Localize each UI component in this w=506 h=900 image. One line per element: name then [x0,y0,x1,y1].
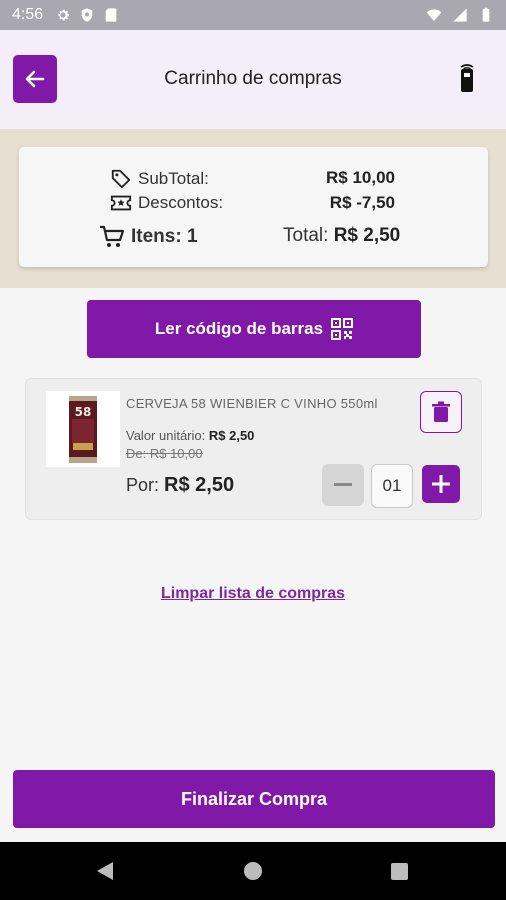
subtotal-label: SubTotal: [138,169,209,188]
plus-icon [432,475,450,493]
product-image: 58 [46,391,120,467]
page-title: Carrinho de compras [164,68,342,89]
sale-price: Por: R$ 2,50 [126,474,234,497]
clear-list-link[interactable]: Limpar lista de compras [0,585,506,603]
product-name: CERVEJA 58 WIENBIER C VINHO 550ml [126,396,378,411]
sale-price-label: Por: [126,475,160,495]
quantity-field[interactable]: 01 [371,464,413,508]
remote-control-icon[interactable] [458,63,476,98]
subtotal-value: R$ 10,00 [326,168,395,187]
nav-home-icon[interactable] [244,862,262,880]
signal-icon [453,8,467,22]
finish-purchase-button[interactable]: Finalizar Compra [13,770,495,828]
decrease-quantity-button[interactable] [322,464,364,506]
discount-value: R$ -7,50 [329,193,395,212]
increase-quantity-button[interactable] [422,465,460,503]
status-time: 4:56 [12,6,44,23]
nav-recents-icon[interactable] [391,863,408,880]
scan-barcode-button[interactable]: Ler código de barras [87,300,421,358]
sale-price-value: R$ 2,50 [164,474,235,496]
ticket-icon [110,195,132,211]
trash-icon [432,401,450,422]
summary-card: SubTotal: R$ 10,00 Descontos: R$ -7,50 I… [19,147,488,267]
old-price: De: R$ 10,00 [126,446,203,461]
unit-price-value: R$ 2,50 [208,428,255,443]
sd-card-icon [105,8,117,22]
tag-icon [111,169,131,189]
settings-icon [58,9,70,21]
shield-icon [81,8,93,22]
summary-section: SubTotal: R$ 10,00 Descontos: R$ -7,50 I… [0,129,506,288]
items-count: Itens: 1 [131,226,198,247]
system-nav-bar [0,842,506,900]
unit-price-label: Valor unitário: [126,428,206,443]
status-bar: 4:56 [0,0,506,30]
cart-icon [100,225,125,247]
app-bar: Carrinho de compras [0,30,506,129]
can-label: 58 [75,405,92,419]
total-value: R$ 2,50 [333,225,401,246]
battery-icon [482,7,490,22]
minus-icon [334,483,352,486]
nav-back-icon[interactable] [96,861,114,881]
wifi-icon [426,9,442,21]
scan-barcode-label: Ler código de barras [154,319,324,338]
discount-label: Descontos: [138,193,224,212]
qr-code-icon [331,318,354,340]
delete-item-button[interactable] [420,391,462,433]
total-label: Total: [283,225,329,246]
cart-item-card: 58 CERVEJA 58 WIENBIER C VINHO 550ml Val… [25,378,482,520]
unit-price: Valor unitário: R$ 2,50 [126,428,254,443]
